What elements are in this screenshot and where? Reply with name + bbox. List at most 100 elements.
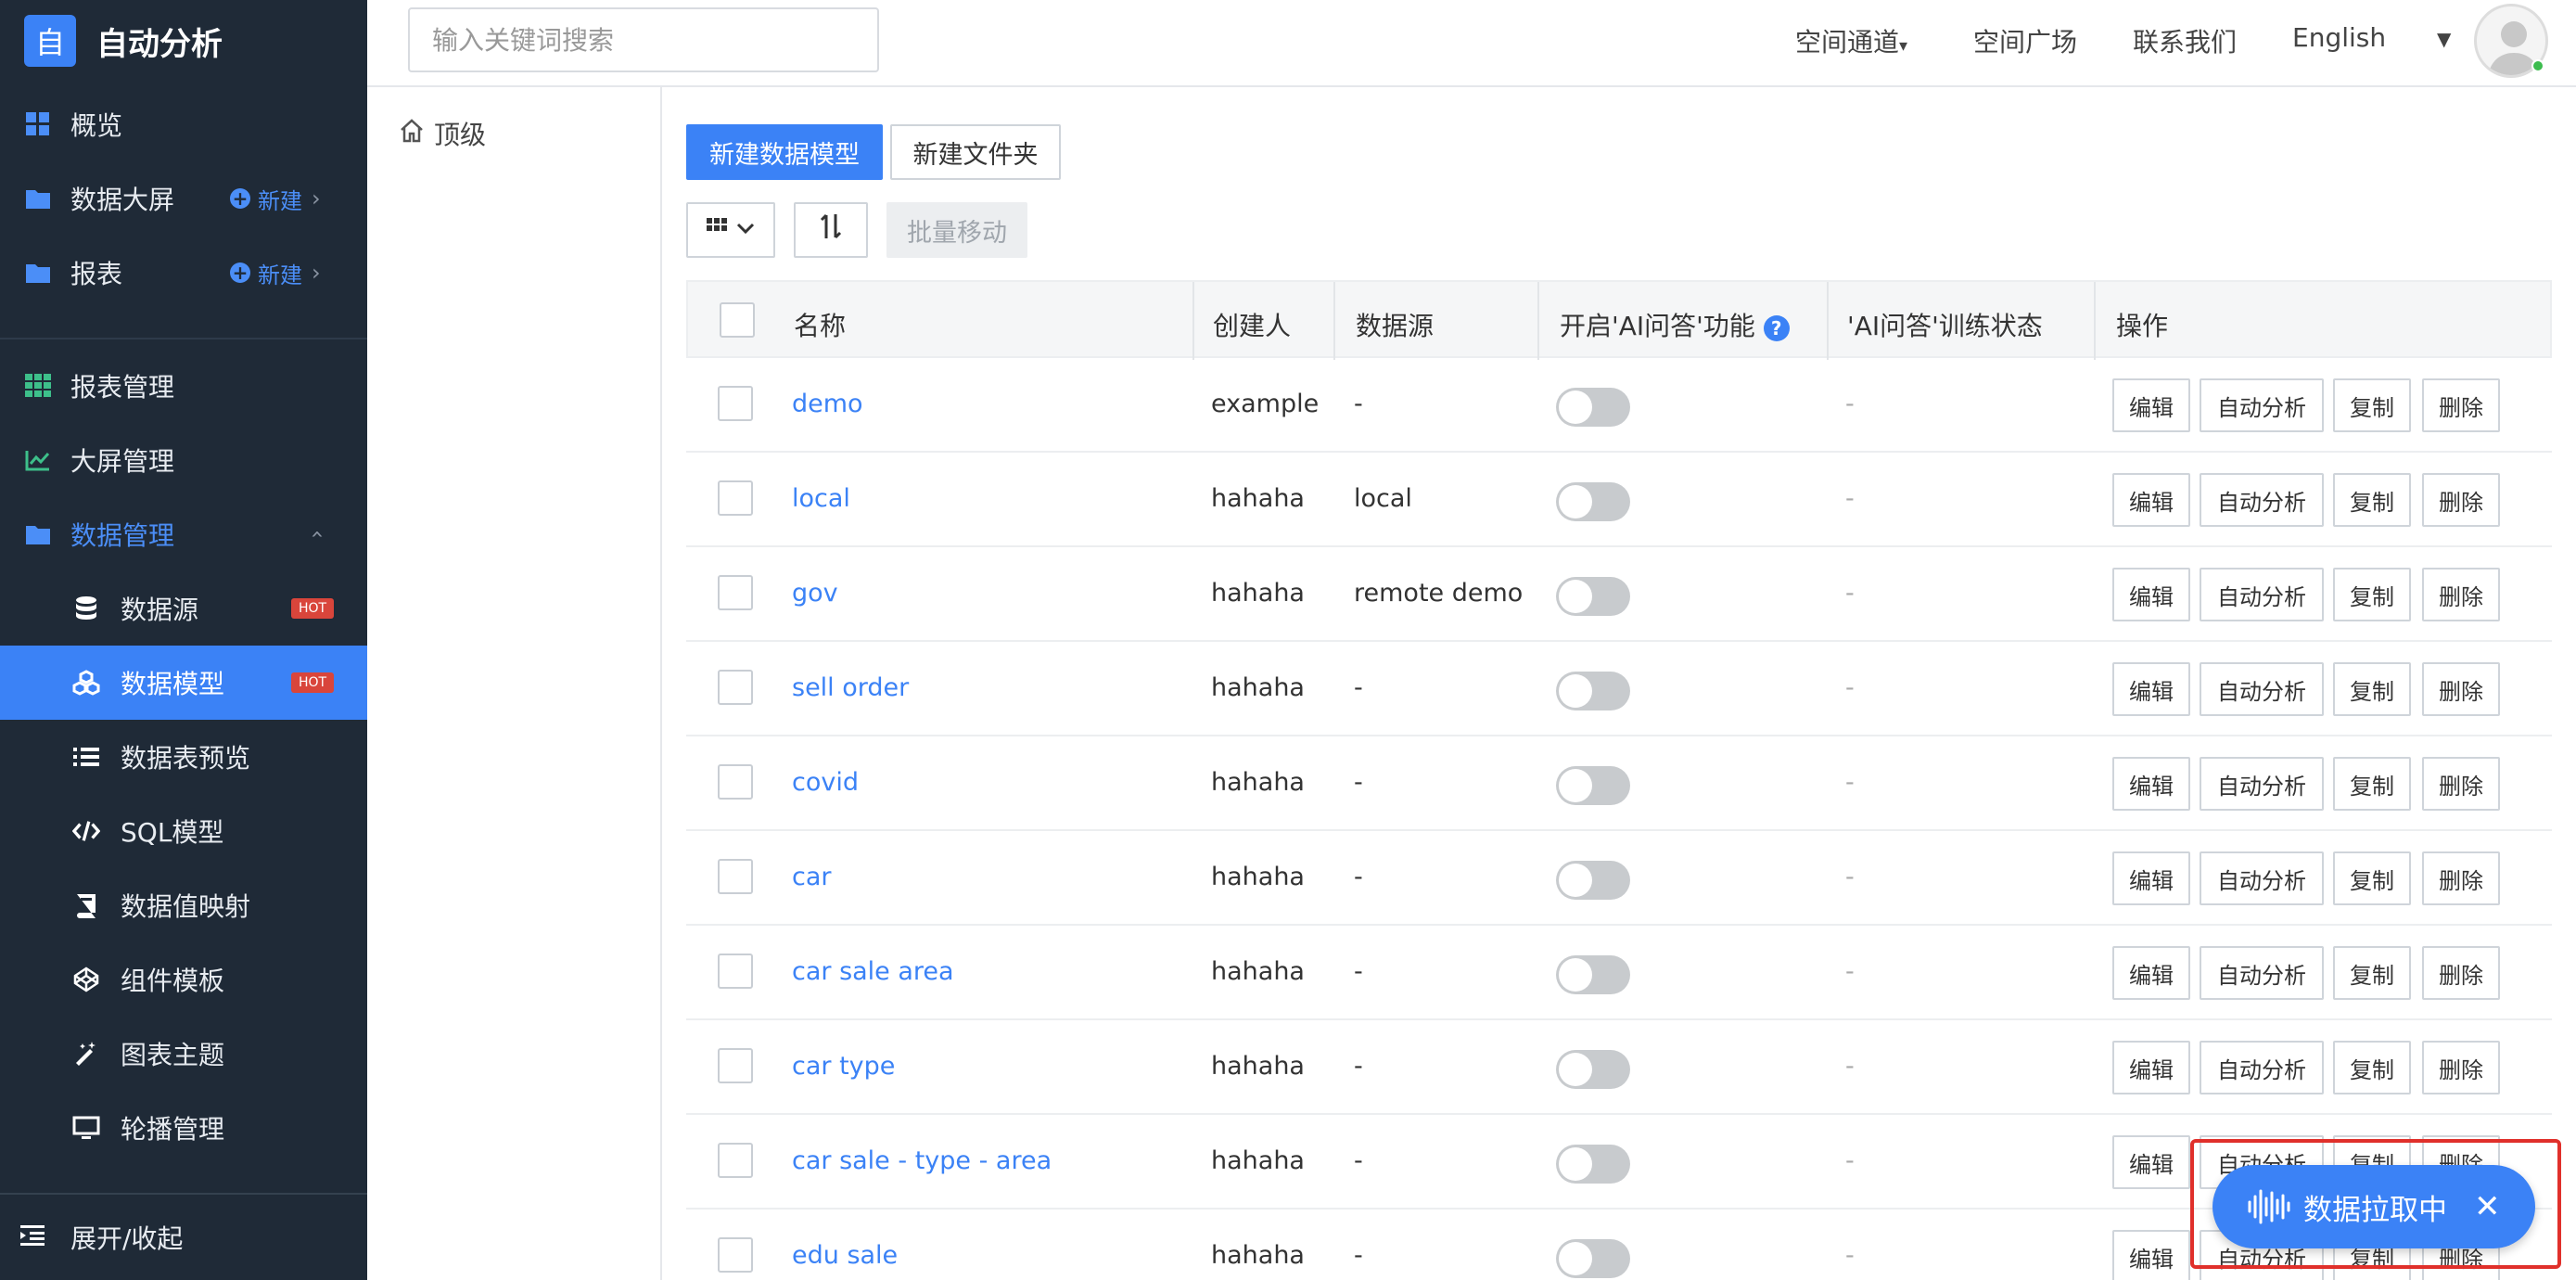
ai-enable-toggle[interactable] [1556,766,1630,805]
edit-button[interactable]: 编辑 [2112,757,2190,811]
auto-analyze-button[interactable]: 自动分析 [2200,473,2324,527]
new-bigscreen-button[interactable]: + 新建 [230,183,302,215]
auto-analyze-button[interactable]: 自动分析 [2200,946,2324,1000]
auto-analyze-button[interactable]: 自动分析 [2200,662,2324,716]
row-checkbox[interactable] [718,1048,753,1083]
sidebar-item-sql-model[interactable]: SQL模型 [0,794,367,868]
model-name-link[interactable]: demo [792,390,863,418]
sidebar-item-carousel[interactable]: 轮播管理 [0,1091,367,1165]
sidebar-item-datasource[interactable]: 数据源 HOT [0,571,367,646]
row-checkbox[interactable] [718,764,753,800]
delete-button[interactable]: 删除 [2422,757,2500,811]
view-mode-dropdown[interactable] [686,202,775,258]
sidebar-item-screen-manage[interactable]: 大屏管理 [0,423,367,497]
model-cubes-icon [72,669,100,697]
ai-enable-toggle[interactable] [1556,1239,1630,1278]
model-name-link[interactable]: edu sale [792,1241,898,1270]
ai-enable-toggle[interactable] [1556,861,1630,900]
copy-button[interactable]: 复制 [2333,1041,2411,1094]
help-circle-icon[interactable]: ? [1763,315,1790,341]
copy-button[interactable]: 复制 [2333,568,2411,621]
row-checkbox[interactable] [718,386,753,421]
model-name-link[interactable]: gov [792,579,838,608]
delete-button[interactable]: 删除 [2422,378,2500,432]
sort-button[interactable] [794,202,868,258]
row-checkbox[interactable] [718,859,753,894]
auto-analyze-button[interactable]: 自动分析 [2200,378,2324,432]
copy-button[interactable]: 复制 [2333,662,2411,716]
model-name-link[interactable]: local [792,484,850,513]
row-checkbox[interactable] [718,954,753,989]
ai-enable-toggle[interactable] [1556,672,1630,710]
ai-enable-toggle[interactable] [1556,482,1630,521]
sidebar-item-chart-theme[interactable]: 图表主题 [0,1017,367,1091]
sidebar-item-component-template[interactable]: 组件模板 [0,942,367,1017]
brand[interactable]: 自 自动分析 [0,0,367,82]
delete-button[interactable]: 删除 [2422,1041,2500,1094]
delete-button[interactable]: 删除 [2422,473,2500,527]
space-square-link[interactable]: 空间广场 [1973,22,2077,59]
delete-button[interactable]: 删除 [2422,946,2500,1000]
model-name-link[interactable]: car sale - type - area [792,1146,1052,1175]
row-checkbox[interactable] [718,1237,753,1273]
row-checkbox[interactable] [718,1143,753,1178]
sidebar-toggle[interactable]: 展开/收起 [0,1193,367,1280]
edit-button[interactable]: 编辑 [2112,1230,2190,1280]
close-icon[interactable]: ✕ [2474,1188,2501,1225]
sidebar-item-table-preview[interactable]: 数据表预览 [0,720,367,794]
new-report-button[interactable]: + 新建 [230,257,302,289]
model-name-link[interactable]: car sale area [792,957,954,986]
edit-button[interactable]: 编辑 [2112,1135,2190,1189]
auto-analyze-button[interactable]: 自动分析 [2200,1041,2324,1094]
contact-link[interactable]: 联系我们 [2133,22,2237,59]
sidebar-item-data-manage[interactable]: 数据管理 › [0,497,367,571]
copy-button[interactable]: 复制 [2333,851,2411,905]
batch-move-button[interactable]: 批量移动 [886,202,1027,258]
sidebar-item-report[interactable]: 报表 + 新建 › [0,236,367,310]
model-name-link[interactable]: covid [792,768,859,797]
hot-badge: HOT [291,598,335,619]
model-name-link[interactable]: car [792,863,832,891]
row-checkbox[interactable] [718,670,753,705]
new-folder-button[interactable]: 新建文件夹 [890,124,1061,180]
edit-button[interactable]: 编辑 [2112,946,2190,1000]
model-name-link[interactable]: sell order [792,673,909,702]
auto-analyze-button[interactable]: 自动分析 [2200,568,2324,621]
sidebar-item-report-manage[interactable]: 报表管理 [0,349,367,423]
copy-button[interactable]: 复制 [2333,473,2411,527]
edit-button[interactable]: 编辑 [2112,378,2190,432]
delete-button[interactable]: 删除 [2422,662,2500,716]
ai-enable-toggle[interactable] [1556,955,1630,994]
sidebar-item-bigscreen[interactable]: 数据大屏 + 新建 › [0,161,367,236]
sidebar-item-overview[interactable]: 概览 [0,87,367,161]
sidebar-item-data-model[interactable]: 数据模型 HOT [0,646,367,720]
edit-button[interactable]: 编辑 [2112,1041,2190,1094]
auto-analyze-button[interactable]: 自动分析 [2200,757,2324,811]
edit-button[interactable]: 编辑 [2112,851,2190,905]
ai-enable-toggle[interactable] [1556,1145,1630,1184]
ai-enable-toggle[interactable] [1556,577,1630,616]
new-model-button[interactable]: 新建数据模型 [686,124,883,180]
model-name-link[interactable]: car type [792,1052,895,1081]
search-input[interactable] [408,7,879,72]
row-checkbox[interactable] [718,480,753,516]
space-channel-dropdown[interactable]: 空间通道▾ [1795,22,1907,59]
copy-button[interactable]: 复制 [2333,757,2411,811]
language-select[interactable]: English [2292,22,2386,53]
ai-enable-toggle[interactable] [1556,388,1630,427]
sidebar-item-value-mapping[interactable]: 数据值映射 [0,868,367,942]
tree-root[interactable]: 顶级 [399,115,486,152]
row-checkbox[interactable] [718,575,753,610]
edit-button[interactable]: 编辑 [2112,473,2190,527]
caret-down-icon[interactable]: ▼ [2437,28,2451,50]
data-fetching-indicator[interactable]: 数据拉取中 ✕ [2213,1165,2535,1248]
copy-button[interactable]: 复制 [2333,946,2411,1000]
delete-button[interactable]: 删除 [2422,851,2500,905]
ai-enable-toggle[interactable] [1556,1050,1630,1089]
delete-button[interactable]: 删除 [2422,568,2500,621]
select-all-checkbox[interactable] [720,302,755,338]
edit-button[interactable]: 编辑 [2112,568,2190,621]
copy-button[interactable]: 复制 [2333,378,2411,432]
edit-button[interactable]: 编辑 [2112,662,2190,716]
auto-analyze-button[interactable]: 自动分析 [2200,851,2324,905]
